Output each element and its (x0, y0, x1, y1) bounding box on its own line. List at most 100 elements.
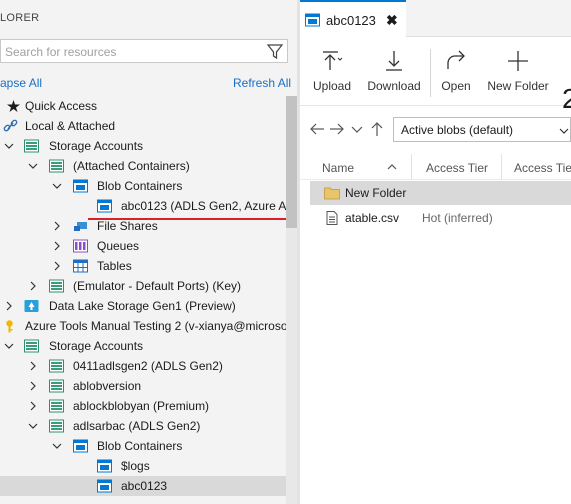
tree-item-label: $logs (121, 459, 150, 473)
chevron-down-icon[interactable] (3, 140, 15, 152)
chevron-right-icon[interactable] (27, 400, 39, 412)
tree-item-ablobversion[interactable]: ablobversion (0, 376, 286, 396)
refresh-all-link[interactable]: Refresh All (233, 76, 291, 90)
download-icon (386, 51, 402, 71)
column-separator[interactable] (501, 154, 502, 180)
chevron-down-icon[interactable] (51, 180, 63, 192)
tree-item-label: abc0123 (ADLS Gen2, Azure AD) (121, 199, 286, 213)
storage-account-icon (49, 379, 64, 393)
tree-item-logs[interactable]: $logs (0, 456, 286, 476)
table-icon (73, 259, 88, 273)
back-arrow-icon[interactable] (309, 121, 325, 137)
list-item-name: New Folder (345, 186, 407, 200)
tree-item-blob-containers-1[interactable]: Blob Containers (0, 176, 286, 196)
tree-item-emulator[interactable]: (Emulator - Default Ports) (Key) (0, 276, 286, 296)
tree-item-queues[interactable]: Queues (0, 236, 286, 256)
column-header-access-tier-2[interactable]: Access Tie (514, 161, 571, 175)
chevron-right-icon[interactable] (51, 240, 63, 252)
blob-container-icon (73, 439, 88, 453)
tree-item-storage-accounts-1[interactable]: Storage Accounts (0, 136, 286, 156)
chevron-right-icon[interactable] (27, 280, 39, 292)
up-arrow-icon[interactable] (369, 121, 385, 137)
storage-account-icon (49, 359, 64, 373)
tree-item-blob-containers-2[interactable]: Blob Containers (0, 436, 286, 456)
container-editor: abc0123 ✖ Upload Download Open New Folde… (300, 0, 571, 504)
column-header-access-tier[interactable]: Access Tier (426, 161, 488, 175)
navigation-bar: Active blobs (default) (300, 114, 571, 144)
sort-ascending-icon[interactable] (386, 161, 398, 173)
tree-item-ablockblobyan[interactable]: ablockblobyan (Premium) (0, 396, 286, 416)
collapse-all-link[interactable]: apse All (0, 76, 42, 90)
list-header: Name Access Tier Access Tie (300, 154, 571, 180)
upload-button[interactable]: Upload (310, 45, 354, 101)
chevron-right-icon[interactable] (27, 360, 39, 372)
tree-item-label: Blob Containers (97, 439, 183, 453)
open-icon (447, 50, 465, 69)
tab-close-icon[interactable]: ✖ (386, 12, 398, 29)
toolbar-separator (430, 49, 431, 97)
tree-item-label: (Attached Containers) (73, 159, 190, 173)
search-input[interactable] (5, 43, 260, 60)
chevron-right-icon[interactable] (51, 220, 63, 232)
new-folder-button[interactable]: New Folder (486, 45, 550, 101)
tree-item-0411adlsgen2[interactable]: 0411adlsgen2 (ADLS Gen2) (0, 356, 286, 376)
storage-account-icon (49, 419, 64, 433)
file-share-icon (73, 219, 88, 233)
tree-item-label: abc0123 (121, 479, 168, 493)
download-button[interactable]: Download (364, 45, 424, 101)
open-button[interactable]: Open (438, 45, 474, 101)
key-icon (2, 319, 17, 333)
tree-item-data-lake-gen1[interactable]: Data Lake Storage Gen1 (Preview) (0, 296, 286, 316)
tree-item-subscription[interactable]: Azure Tools Manual Testing 2 (v-xianya@m… (0, 316, 286, 336)
column-separator[interactable] (411, 154, 412, 180)
chevron-down-icon[interactable] (51, 440, 63, 452)
storage-account-icon (24, 339, 39, 353)
tree-item-tables[interactable]: Tables (0, 256, 286, 276)
blob-container-icon (97, 479, 112, 493)
tree-item-abc0123[interactable]: abc0123 (0, 476, 286, 496)
search-box[interactable] (0, 39, 288, 63)
tab-label: abc0123 (326, 13, 376, 28)
chevron-down-icon[interactable] (3, 340, 15, 352)
list-item[interactable]: atable.csv Hot (inferred) (310, 206, 571, 230)
list-item-name: atable.csv (345, 211, 400, 225)
plus-icon (508, 51, 528, 71)
tree-item-label: Storage Accounts (49, 339, 144, 353)
chevron-down-icon (559, 128, 569, 134)
forward-arrow-icon[interactable] (329, 121, 345, 137)
tree-item-local-attached[interactable]: Local & Attached (0, 116, 286, 136)
chevron-down-icon[interactable] (27, 160, 39, 172)
tree-item-quick-access[interactable]: Quick Access (0, 96, 286, 116)
list-item[interactable]: New Folder (310, 181, 571, 205)
explorer-title: LORER (0, 12, 40, 24)
chevron-down-icon[interactable] (349, 121, 365, 137)
storage-account-icon (49, 279, 64, 293)
tree-item-attached-containers[interactable]: (Attached Containers) (0, 156, 286, 176)
tab-abc0123[interactable]: abc0123 ✖ (300, 0, 406, 37)
upload-icon (323, 51, 343, 70)
new-folder-label: New Folder (487, 79, 549, 93)
column-header-name[interactable]: Name (322, 161, 354, 175)
toolbar: Upload Download Open New Folder (300, 37, 571, 106)
tree-item-label: ablobversion (73, 379, 142, 393)
filter-icon[interactable] (265, 42, 285, 61)
tab-strip: abc0123 ✖ (300, 0, 571, 37)
tree-item-label: Blob Containers (97, 179, 183, 193)
tree-scroll-thumb[interactable] (286, 96, 297, 228)
tree-item-label: 0411adlsgen2 (ADLS Gen2) (73, 359, 223, 373)
tree-scrollbar[interactable] (286, 96, 297, 504)
queue-icon (73, 239, 88, 253)
list-item-access-tier: Hot (inferred) (422, 211, 493, 225)
tree-item-storage-accounts-2[interactable]: Storage Accounts (0, 336, 286, 356)
chevron-right-icon[interactable] (3, 300, 15, 312)
blob-container-icon (97, 199, 112, 213)
blob-container-icon (305, 13, 320, 27)
blob-view-select[interactable]: Active blobs (default) (393, 117, 571, 142)
tree-item-label: Tables (97, 259, 132, 273)
chevron-right-icon[interactable] (27, 380, 39, 392)
chevron-down-icon[interactable] (27, 420, 39, 432)
tree-item-adlsarbac[interactable]: adlsarbac (ADLS Gen2) (0, 416, 286, 436)
tree-item-abc0123-attached[interactable]: abc0123 (ADLS Gen2, Azure AD) (0, 196, 286, 216)
chevron-right-icon[interactable] (51, 260, 63, 272)
blob-container-icon (97, 459, 112, 473)
